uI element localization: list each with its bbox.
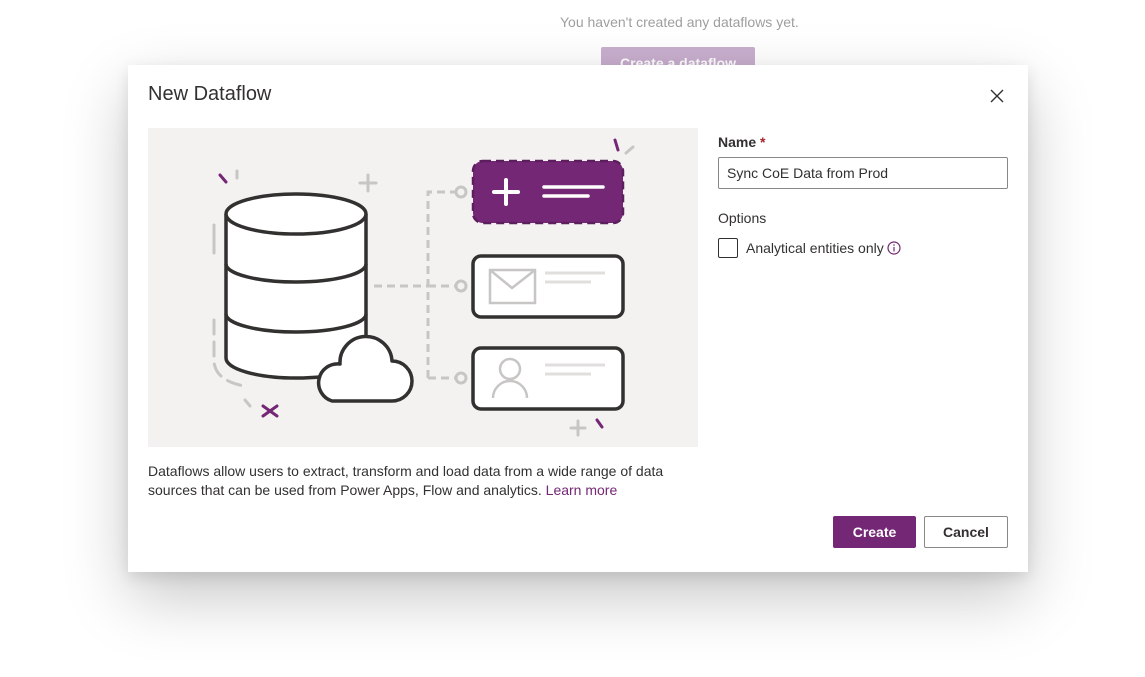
description-text: Dataflows allow users to extract, transf…: [148, 462, 688, 500]
analytical-entities-checkbox[interactable]: [718, 238, 738, 258]
create-button[interactable]: Create: [833, 516, 916, 548]
name-label-text: Name: [718, 134, 757, 150]
learn-more-link[interactable]: Learn more: [546, 482, 618, 498]
cancel-button[interactable]: Cancel: [924, 516, 1008, 548]
required-marker: *: [760, 134, 766, 150]
close-icon: [990, 89, 1004, 103]
person-icon: [471, 346, 625, 411]
options-label: Options: [718, 210, 767, 226]
dialog-title: New Dataflow: [148, 83, 272, 105]
analytical-entities-option: Analytical entities only: [718, 238, 901, 258]
analytical-entities-label[interactable]: Analytical entities only: [746, 240, 884, 256]
new-dataflow-dialog: New Dataflow Dataflows allow users to ex…: [128, 65, 1028, 572]
dataflow-illustration: [148, 128, 698, 447]
info-icon[interactable]: [887, 241, 901, 255]
name-label: Name *: [718, 134, 765, 150]
add-entity-icon: [471, 159, 625, 225]
close-button[interactable]: [983, 82, 1011, 110]
mail-icon: [471, 254, 625, 319]
name-input[interactable]: [718, 157, 1008, 189]
